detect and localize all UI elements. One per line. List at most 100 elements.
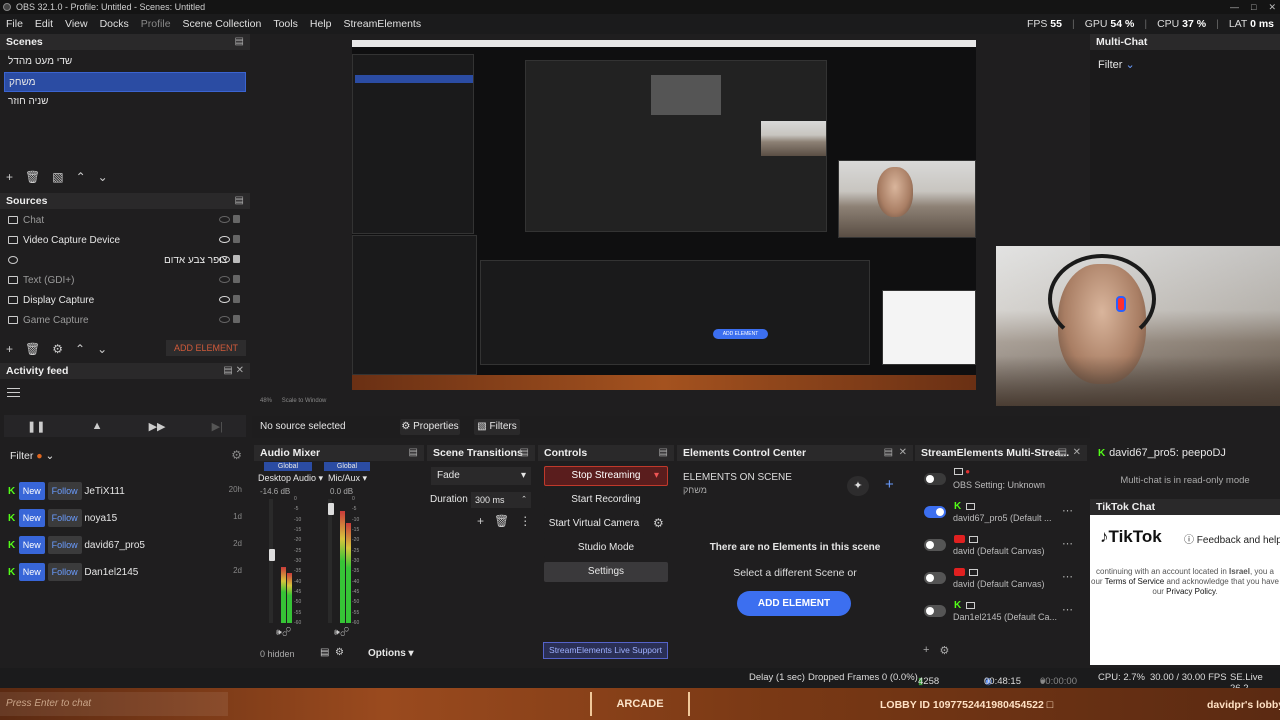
skip-end-icon[interactable]: ▶| (212, 420, 223, 433)
scene-filters-icon[interactable]: ▧ (52, 170, 63, 184)
gear-icon[interactable]: ⚙ (939, 644, 949, 657)
source-properties-icon[interactable]: ⚙ (52, 342, 63, 356)
lock-icon[interactable] (233, 275, 240, 283)
terms-link[interactable]: Terms of Service (1105, 577, 1165, 586)
more-options-icon[interactable]: ⋯ (1062, 537, 1073, 550)
undock-icon[interactable]: ▤ (520, 445, 529, 461)
filters-button[interactable]: ▧ Filters (474, 419, 520, 435)
menu-edit[interactable]: Edit (29, 18, 59, 30)
channel-name[interactable]: Mic/Aux ▾ (328, 473, 367, 484)
menu-streamelements[interactable]: StreamElements (337, 18, 427, 30)
feed-filter[interactable]: Filter ● ⌄ (10, 450, 54, 462)
skip-icon[interactable]: ▶▶ (149, 420, 166, 433)
studio-mode-button[interactable]: Studio Mode (544, 538, 668, 558)
program-preview[interactable]: ADD ELEMENT (352, 40, 976, 390)
source-item[interactable]: Text (GDI+) (4, 271, 246, 291)
close-icon[interactable]: ▤ ✕ (1058, 445, 1081, 461)
undock-icon[interactable]: ▤ (659, 445, 668, 461)
volume-slider[interactable] (328, 503, 334, 515)
magic-icon[interactable]: ✦ (847, 476, 869, 496)
more-options-icon[interactable]: ⋯ (1062, 603, 1073, 616)
add-source-icon[interactable]: + (6, 342, 13, 356)
remove-scene-icon[interactable]: 🗑 (25, 170, 40, 184)
move-down-icon[interactable]: ⌄ (98, 170, 108, 184)
options-button[interactable]: Options ▾ (368, 648, 414, 659)
copy-icon[interactable]: □ (1047, 699, 1053, 711)
maximize-icon[interactable]: □ (1251, 0, 1256, 14)
stream-toggle[interactable] (924, 473, 946, 485)
add-scene-icon[interactable]: + (6, 170, 13, 184)
stream-toggle[interactable] (924, 506, 946, 518)
remove-source-icon[interactable]: 🗑 (25, 342, 40, 356)
move-up-icon[interactable]: ⌃ (75, 342, 85, 356)
visibility-icon[interactable] (219, 236, 231, 243)
menu-scene-collection[interactable]: Scene Collection (177, 18, 268, 30)
more-options-icon[interactable]: ⋮ (519, 514, 531, 528)
menu-profile[interactable]: Profile (135, 18, 177, 30)
move-down-icon[interactable]: ⌄ (97, 342, 107, 356)
close-icon[interactable]: ▤ ✕ (223, 363, 244, 379)
multichat-filter[interactable]: Filter ⌄ (1098, 58, 1135, 71)
menu-help[interactable]: Help (304, 18, 338, 30)
add-destination-icon[interactable]: + (923, 644, 929, 657)
start-virtual-camera-button[interactable]: Start Virtual Camera (544, 514, 644, 534)
stop-streaming-button[interactable]: Stop Streaming ▾ (544, 466, 668, 486)
visibility-icon[interactable] (219, 276, 231, 283)
privacy-link[interactable]: Privacy Policy (1166, 587, 1215, 596)
mixer-layout-icon[interactable]: ▤ ⚙ (320, 647, 344, 658)
add-transition-icon[interactable]: + (477, 514, 484, 528)
undock-icon[interactable]: ▤ (409, 445, 418, 461)
menu-view[interactable]: View (59, 18, 94, 30)
chat-input[interactable]: Press Enter to chat (0, 692, 228, 716)
stepper-icon[interactable]: ⌃ (521, 492, 527, 508)
menu-docks[interactable]: Docks (94, 18, 135, 30)
more-options-icon[interactable]: ⋯ (1062, 570, 1073, 583)
add-element-button[interactable]: ADD ELEMENT (737, 591, 851, 616)
lock-icon[interactable] (233, 235, 240, 243)
undock-icon[interactable]: ▤ (235, 34, 244, 50)
mute-icon[interactable]: 🕪 ☍ (276, 627, 291, 638)
source-item[interactable]: Display Capture (4, 291, 246, 311)
gear-icon[interactable]: ⚙ (653, 516, 664, 530)
minimize-icon[interactable]: — (1230, 0, 1239, 14)
visibility-icon[interactable] (219, 296, 231, 303)
settings-button[interactable]: Settings (544, 562, 668, 582)
stream-toggle[interactable] (924, 572, 946, 584)
transition-select[interactable]: Fade ▾ (431, 467, 531, 485)
lock-icon[interactable] (233, 315, 240, 323)
visibility-icon[interactable] (219, 256, 231, 263)
scene-item[interactable]: שדי מעט מהדל (4, 52, 246, 72)
visibility-icon[interactable] (219, 216, 231, 223)
menu-icon[interactable] (7, 388, 20, 397)
stream-toggle[interactable] (924, 605, 946, 617)
add-element-button[interactable]: ADD ELEMENT (166, 340, 246, 356)
channel-name[interactable]: Desktop Audio ▾ (258, 473, 323, 484)
feedback-link[interactable]: ⓘ Feedback and help (1184, 531, 1280, 546)
start-recording-button[interactable]: Start Recording (544, 490, 668, 510)
source-item[interactable]: Chat (4, 211, 246, 231)
lock-icon[interactable] (233, 255, 240, 263)
properties-button[interactable]: ⚙ Properties (400, 419, 460, 435)
close-icon[interactable]: ✕ (1268, 0, 1276, 14)
menu-file[interactable]: File (0, 18, 29, 30)
move-up-icon[interactable]: ⌃ (76, 170, 86, 184)
lock-icon[interactable] (233, 215, 240, 223)
gear-icon[interactable]: ⚙ (231, 448, 242, 462)
mute-icon[interactable]: 🕪 ☍ (334, 627, 349, 638)
undock-icon[interactable]: ▤ (235, 193, 244, 209)
scale-mode[interactable]: Scale to Window (282, 398, 327, 404)
scene-item[interactable]: שניה חוזר (4, 92, 246, 112)
close-icon[interactable]: ▤ ✕ (884, 445, 907, 461)
live-support-button[interactable]: StreamElements Live Support (543, 642, 668, 659)
add-icon[interactable]: + (885, 476, 894, 493)
visibility-icon[interactable] (219, 316, 231, 323)
volume-slider[interactable] (269, 549, 275, 561)
stream-toggle[interactable] (924, 539, 946, 551)
menu-tools[interactable]: Tools (267, 18, 304, 30)
remove-transition-icon[interactable]: 🗑 (494, 514, 509, 528)
source-item[interactable]: Game Capture (4, 311, 246, 331)
pause-icon[interactable]: ❚❚ (27, 420, 45, 433)
source-item[interactable]: Video Capture Device (4, 231, 246, 251)
source-item[interactable]: צופר צבע אדום (4, 251, 246, 271)
scene-item-selected[interactable]: משחק (4, 72, 246, 92)
